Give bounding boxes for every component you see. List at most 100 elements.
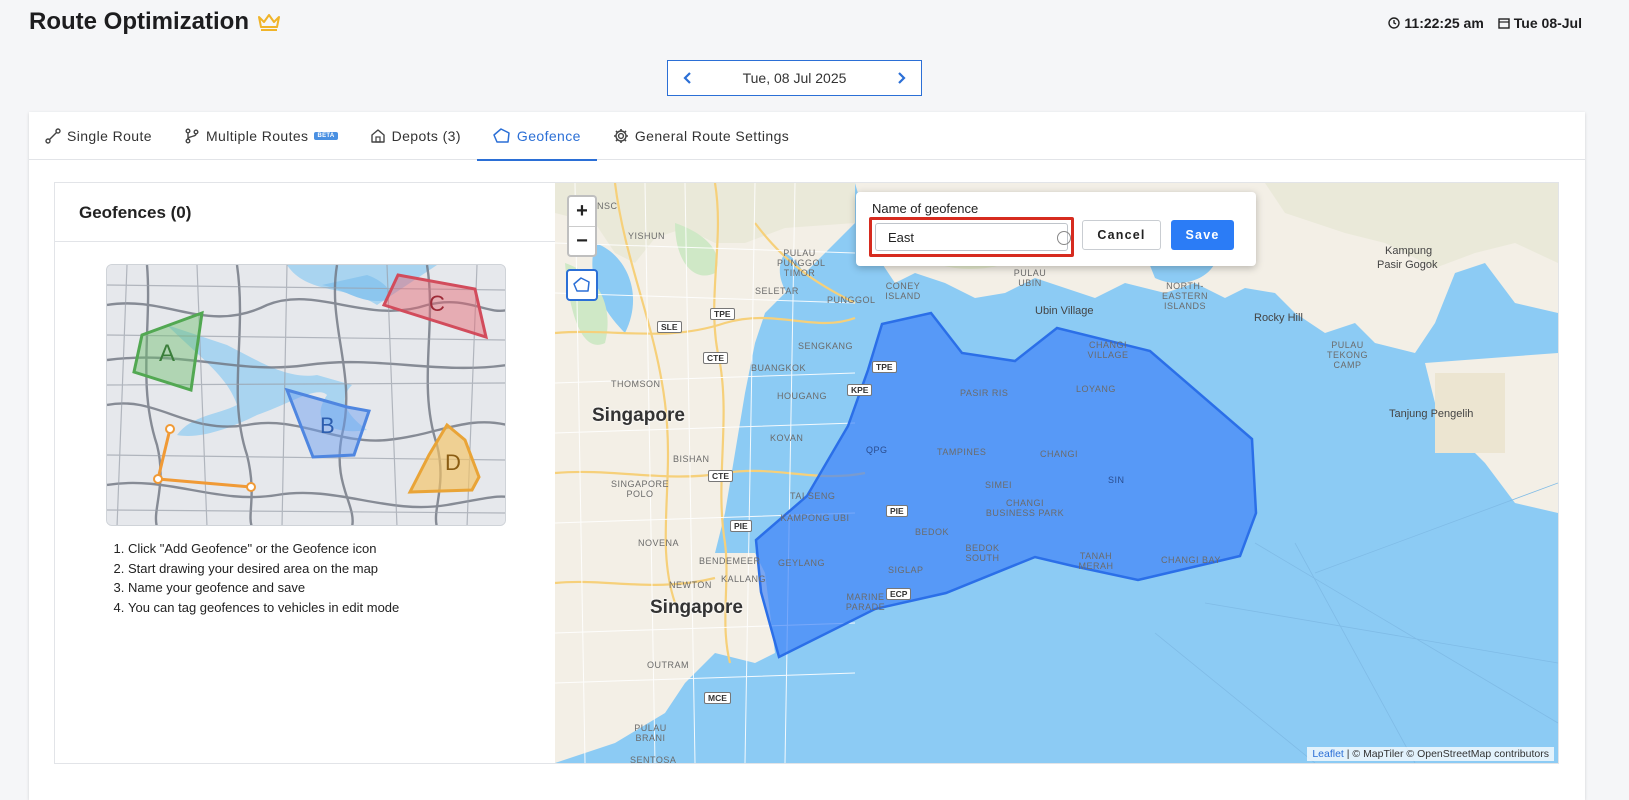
chevron-right-icon: [898, 72, 906, 84]
map-label: BUANGKOK: [751, 363, 807, 373]
tab-depots[interactable]: Depots (3): [370, 112, 477, 160]
map-label: PUNGGOL: [827, 295, 876, 305]
road-shield: PIE: [730, 520, 752, 532]
map-label: BEDOK: [915, 527, 950, 537]
tab-multiple-routes[interactable]: Multiple Routes BETA: [184, 112, 354, 160]
map-label: NSC: [597, 201, 618, 211]
tab-general-route-settings[interactable]: General Route Settings: [613, 112, 805, 160]
map-label: HOUGANG: [777, 391, 828, 401]
save-button[interactable]: Save: [1171, 220, 1234, 250]
home-icon: [370, 129, 385, 143]
geofence-illustration: A B C D: [106, 264, 506, 526]
tab-single-route[interactable]: Single Route: [45, 112, 168, 160]
zoom-in-button[interactable]: +: [569, 197, 595, 226]
next-day-button[interactable]: [893, 70, 909, 86]
map-label: SINGAPORE POLO: [610, 479, 669, 499]
polygon-icon: [493, 128, 510, 143]
road-shield: KPE: [847, 384, 873, 396]
cancel-button[interactable]: Cancel: [1082, 220, 1161, 250]
geofences-heading: Geofences (0): [79, 203, 192, 222]
tab-geofence[interactable]: Geofence: [476, 112, 597, 161]
geofence-name-input[interactable]: [875, 223, 1068, 251]
map-label: BEDOK SOUTH: [965, 543, 1000, 563]
map-label: BENDEMEER: [699, 556, 761, 566]
map-label: PULAU PUNGGOL TIMOR: [777, 248, 826, 278]
illustration-image: A B C D: [107, 265, 505, 525]
draw-polygon-button[interactable]: [566, 269, 598, 301]
instructions-list: Click "Add Geofence" or the Geofence ico…: [106, 539, 399, 617]
map-label: PULAU UBIN: [1013, 268, 1047, 288]
geofence-name-popup: Name of geofence Cancel Save: [856, 192, 1256, 266]
map-label: KAMPONG UBI: [780, 513, 850, 523]
map-label: TAI SENG: [790, 491, 836, 501]
map-label: TANAH MERAH: [1078, 551, 1114, 571]
road-shield: CTE: [703, 352, 728, 364]
map[interactable]: Singapore Singapore Kampung Pasir Gogok …: [555, 183, 1558, 763]
svg-text:C: C: [429, 291, 445, 316]
map-label: Singapore: [650, 597, 743, 618]
tab-label: Geofence: [516, 128, 581, 144]
road-shield: SLE: [657, 321, 682, 333]
branch-icon: [185, 128, 199, 144]
instruction-step: Name your geofence and save: [128, 578, 399, 598]
map-label: YISHUN: [628, 231, 666, 241]
main-card: Single Route Multiple Routes BETA Depots…: [29, 112, 1585, 800]
current-date: Tue 08-Jul: [1513, 15, 1582, 31]
geofence-panel: Geofences (0) A B C D 1. Click "Add Geof…: [54, 182, 1559, 764]
instruction-step: You can tag geofences to vehicles in edi…: [128, 598, 399, 618]
date-picker: Tue, 08 Jul 2025: [667, 60, 922, 96]
date-value[interactable]: Tue, 08 Jul 2025: [743, 70, 847, 86]
road-shield: TPE: [872, 361, 897, 373]
header: Route Optimization 11:22:25 am Tue 08-Ju…: [0, 0, 1629, 50]
map-label: SENTOSA: [630, 755, 677, 763]
map-label: CONEY ISLAND: [885, 281, 921, 301]
attribution-text: | © MapTiler © OpenStreetMap contributor…: [1346, 748, 1549, 760]
map-label: Pasir Gogok: [1377, 259, 1438, 271]
road-shield: PIE: [886, 505, 908, 517]
road-shield: CTE: [708, 470, 733, 482]
zoom-control: + −: [567, 195, 597, 257]
current-time: 11:22:25 am: [1404, 15, 1484, 31]
map-label: Kampung: [1385, 245, 1433, 257]
map-label: Rocky Hill: [1254, 312, 1303, 324]
map-label: CHANGI BAY: [1161, 555, 1221, 565]
tab-bar: Single Route Multiple Routes BETA Depots…: [29, 112, 1585, 161]
tab-label: Multiple Routes: [205, 128, 309, 144]
map-label: TAMPINES: [937, 447, 987, 457]
map-label: SIGLAP: [888, 565, 924, 575]
geofence-list-pane: Geofences (0) A B C D 1. Click "Add Geof…: [55, 183, 555, 763]
map-label: QPG: [866, 445, 888, 455]
prev-day-button[interactable]: [680, 70, 696, 86]
map-label: CHANGI BUSINESS PARK: [985, 498, 1065, 518]
leaflet-link[interactable]: Leaflet: [1312, 748, 1344, 760]
map-label: SENGKANG: [798, 341, 854, 351]
map-label: Tanjung Pengelih: [1389, 408, 1474, 420]
map-label: NORTH-EASTERN ISLANDS: [1161, 281, 1208, 311]
instruction-step: Click "Add Geofence" or the Geofence ico…: [128, 539, 399, 559]
geofence-name-label: Name of geofence: [872, 201, 979, 216]
crown-icon: [257, 14, 280, 31]
map-label: LOYANG: [1076, 384, 1116, 394]
loading-spinner-icon: [1057, 231, 1071, 245]
map-label: Singapore: [592, 405, 685, 426]
tab-label: Single Route: [67, 128, 152, 144]
road-shield: MCE: [704, 692, 731, 704]
map-label: SELETAR: [755, 286, 799, 296]
tab-label: Depots (3): [391, 128, 461, 144]
map-label: KOVAN: [770, 433, 804, 443]
map-label: THOMSON: [611, 379, 661, 389]
map-label: SIMEI: [985, 480, 1013, 490]
polygon-icon: [573, 277, 590, 292]
zoom-out-button[interactable]: −: [569, 226, 595, 255]
map-label: PULAU TEKONG CAMP: [1326, 340, 1368, 370]
map-label: OUTRAM: [647, 660, 689, 670]
map-label: PULAU BRANI: [634, 723, 667, 743]
map-label: GEYLANG: [778, 558, 826, 568]
svg-text:B: B: [320, 413, 335, 438]
map-label: KALLANG: [721, 574, 767, 584]
page-title: Route Optimization: [29, 8, 281, 36]
map-label: BISHAN: [673, 454, 710, 464]
road-shield: TPE: [710, 308, 735, 320]
map-label: Ubin Village: [1035, 305, 1094, 317]
clock: 11:22:25 am Tue 08-Jul: [1388, 15, 1582, 31]
